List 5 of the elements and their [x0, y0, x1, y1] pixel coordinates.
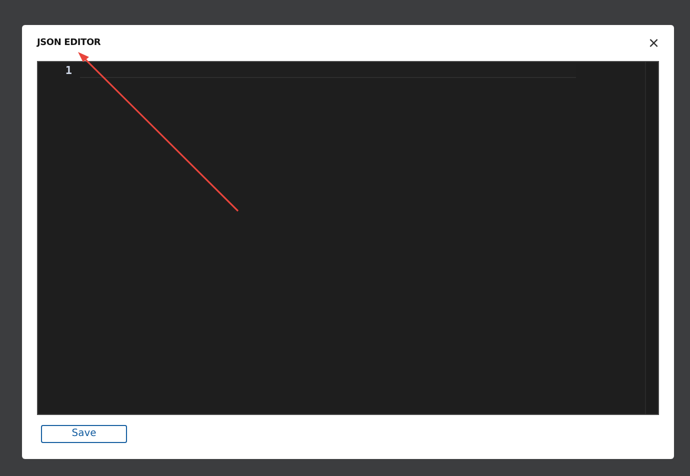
close-button[interactable]: × [648, 34, 659, 52]
line-number: 1 [64, 64, 73, 78]
save-button[interactable]: Save [41, 424, 127, 442]
code-editor[interactable]: 1 [37, 61, 659, 415]
dialog-title: JSON EDITOR [37, 38, 101, 48]
